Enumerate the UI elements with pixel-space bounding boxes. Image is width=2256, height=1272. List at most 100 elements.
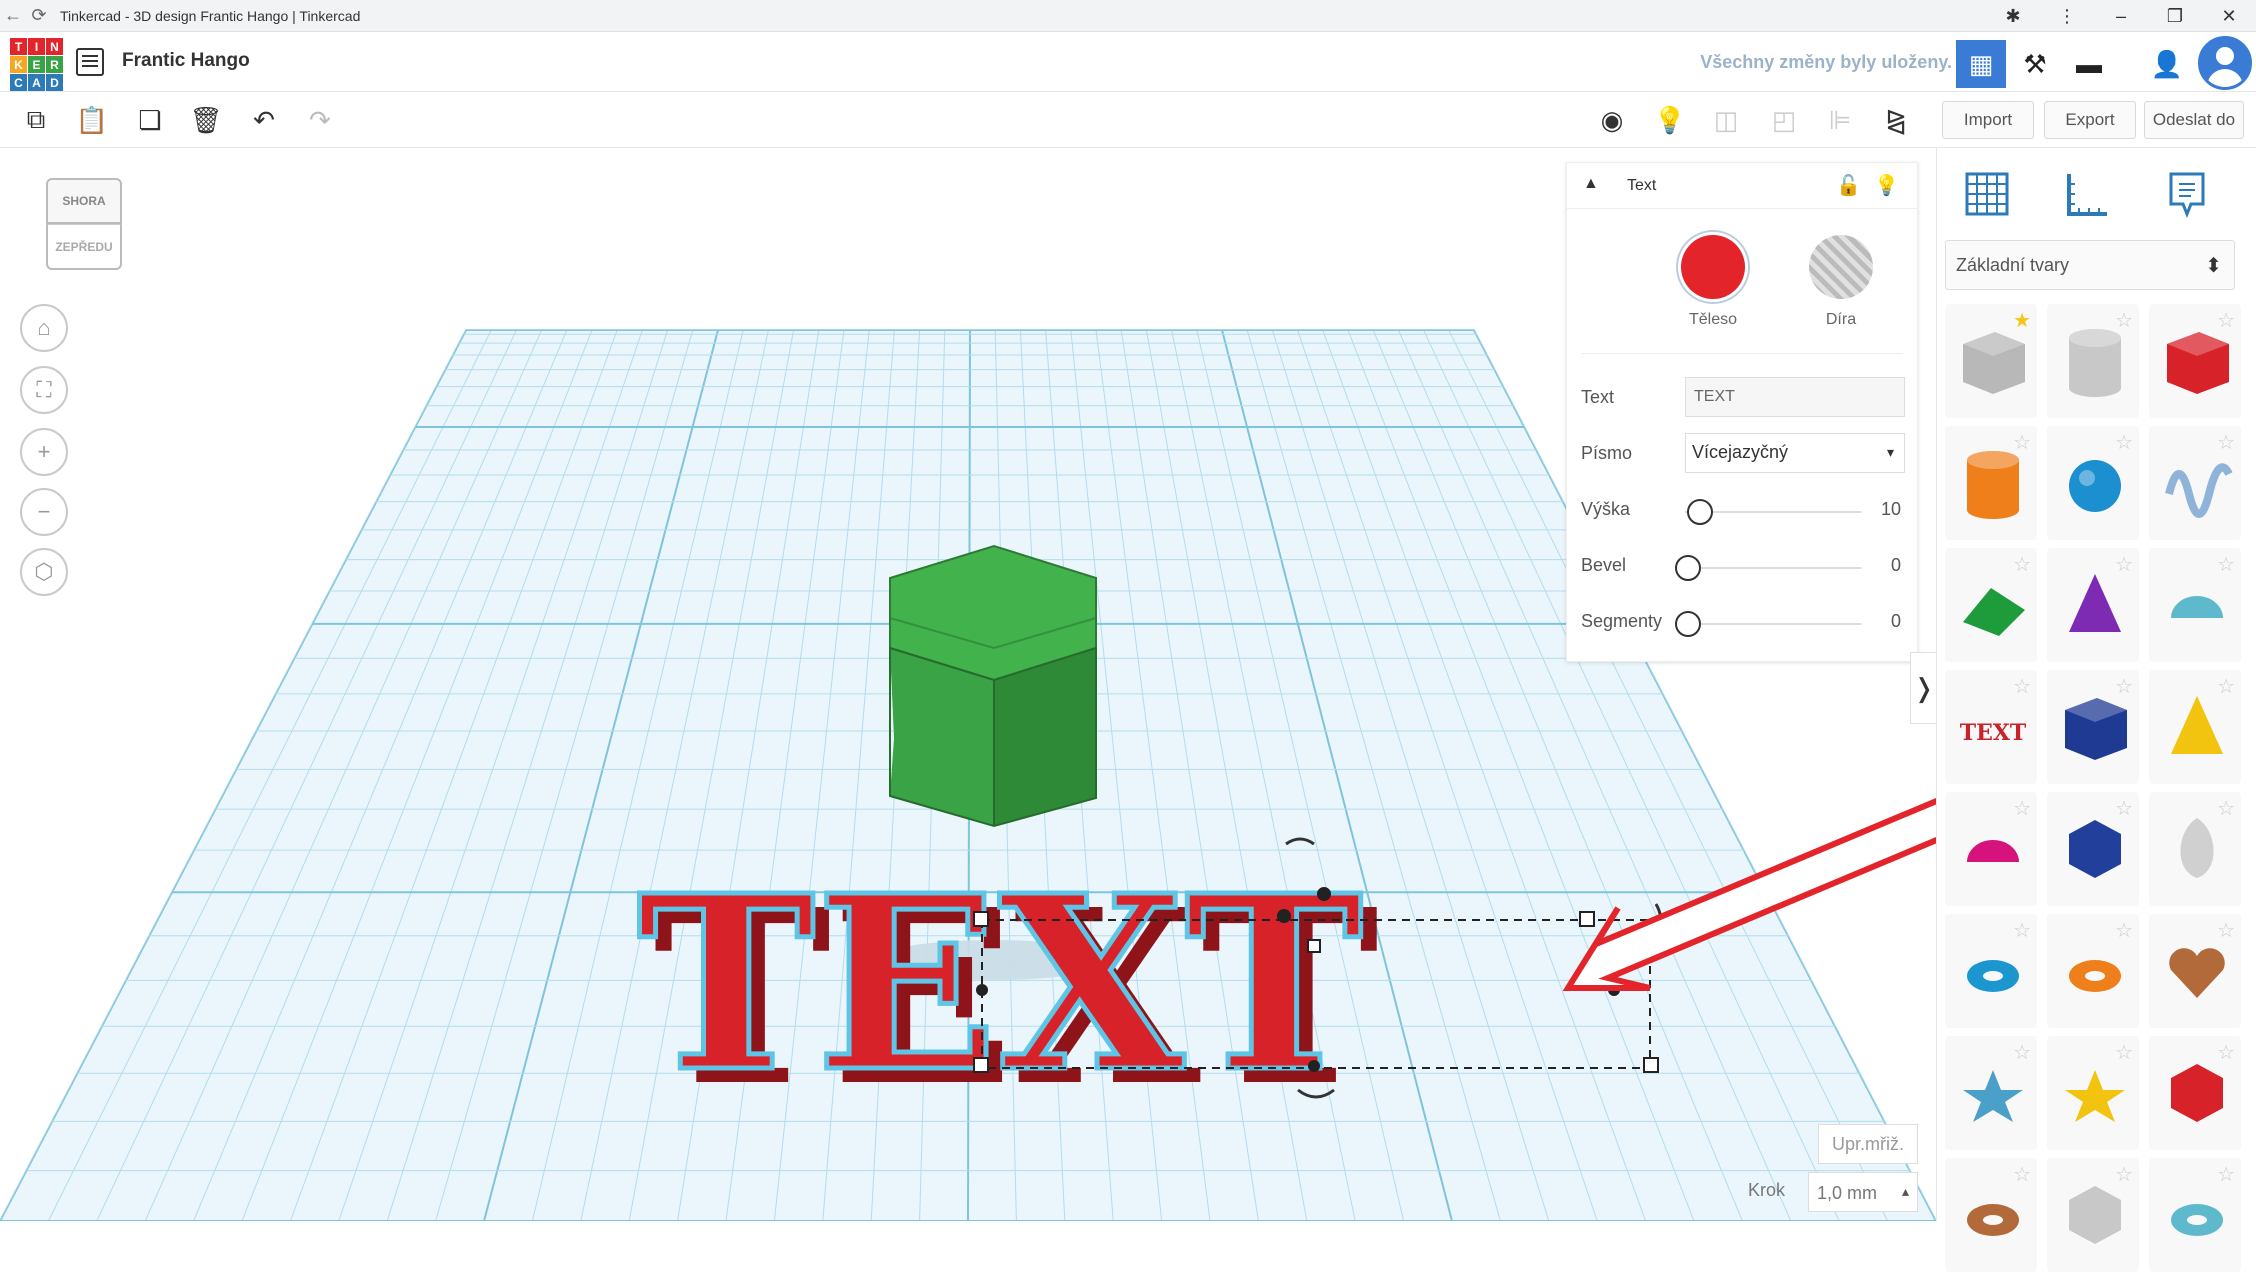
- favorite-star-icon[interactable]: ☆: [2217, 1162, 2235, 1187]
- favorite-star-icon[interactable]: ☆: [2217, 430, 2235, 455]
- shape-tile-cone[interactable]: ☆: [2047, 548, 2139, 662]
- blocks-icon[interactable]: ⚒: [2010, 40, 2060, 88]
- favorite-star-icon[interactable]: ☆: [2013, 918, 2031, 943]
- favorite-star-icon[interactable]: ☆: [2217, 1040, 2235, 1065]
- shape-tile-half-sphere[interactable]: ☆: [1945, 792, 2037, 906]
- shape-tile-heart[interactable]: ☆: [2149, 914, 2241, 1028]
- add-user-icon[interactable]: 👤: [2142, 40, 2192, 88]
- favorite-star-icon[interactable]: ☆: [2013, 796, 2031, 821]
- back-icon[interactable]: ←: [0, 5, 26, 26]
- zoom-in-icon[interactable]: +: [20, 428, 68, 476]
- favorite-star-icon[interactable]: ☆: [2115, 918, 2133, 943]
- shape-tile-cylinder[interactable]: ☆: [1945, 426, 2037, 540]
- favorite-star-icon[interactable]: ☆: [2115, 674, 2133, 699]
- align-icon[interactable]: ⊫: [1820, 100, 1860, 140]
- copy-icon[interactable]: ⧉: [16, 100, 56, 140]
- shape-tile-sphere[interactable]: ☆: [2047, 426, 2139, 540]
- home-view-icon[interactable]: ⌂: [20, 304, 68, 352]
- view-cube-front[interactable]: ZEPŘEDU: [46, 224, 122, 270]
- segments-slider-thumb[interactable]: [1675, 611, 1701, 637]
- ruler-icon[interactable]: [2057, 164, 2117, 224]
- visibility-icon[interactable]: ◉: [1592, 100, 1632, 140]
- grid-settings-button[interactable]: Upr.mřiž.: [1818, 1124, 1918, 1164]
- import-button[interactable]: Import: [1942, 101, 2034, 139]
- favorite-star-icon[interactable]: ☆: [2115, 1162, 2133, 1187]
- zoom-out-icon[interactable]: −: [20, 488, 68, 536]
- view-cube[interactable]: SHORA ZEPŘEDU: [46, 178, 122, 270]
- workplane-grid-icon[interactable]: [1957, 164, 2017, 224]
- design-list-icon[interactable]: [76, 48, 104, 76]
- panel-collapse-chevron-icon[interactable]: ❭: [1910, 652, 1938, 724]
- favorite-star-icon[interactable]: ☆: [2217, 308, 2235, 333]
- shape-tile-cylinder-striped[interactable]: ☆: [2047, 304, 2139, 418]
- redo-icon[interactable]: ↷: [300, 100, 340, 140]
- favorite-star-icon[interactable]: ☆: [2115, 796, 2133, 821]
- avatar[interactable]: [2198, 36, 2252, 90]
- notes-icon[interactable]: [2157, 164, 2217, 224]
- shape-tile-box[interactable]: ☆: [2149, 304, 2241, 418]
- tinkercad-logo[interactable]: T I N K E R C A D: [10, 38, 63, 91]
- font-select[interactable]: Vícejazyčný: [1685, 433, 1905, 473]
- shape-tile-round-roof[interactable]: ☆: [2149, 548, 2241, 662]
- favorite-star-icon[interactable]: ☆: [2013, 552, 2031, 577]
- favorite-star-icon[interactable]: ☆: [2115, 308, 2133, 333]
- project-name[interactable]: Frantic Hango: [122, 50, 250, 72]
- shape-tile-star-gold[interactable]: ☆: [2047, 1036, 2139, 1150]
- group-icon[interactable]: ◫: [1706, 100, 1746, 140]
- shape-tile-pyramid[interactable]: ☆: [2149, 670, 2241, 784]
- shape-tile-polygon[interactable]: ☆: [2047, 792, 2139, 906]
- shape-tile-paraboloid[interactable]: ☆: [2149, 792, 2241, 906]
- shape-library-select[interactable]: Základní tvary: [1945, 240, 2235, 290]
- shape-tile-tube[interactable]: ☆: [2047, 914, 2139, 1028]
- duplicate-icon[interactable]: ❏: [130, 100, 170, 140]
- segments-slider-track[interactable]: [1685, 623, 1861, 625]
- text-input[interactable]: TEXT: [1685, 377, 1905, 417]
- shape-tile-scribble[interactable]: ☆: [2149, 426, 2241, 540]
- perspective-icon[interactable]: ⬡: [20, 548, 68, 596]
- favorite-star-icon[interactable]: ★: [2013, 308, 2031, 333]
- shape-tile-ring[interactable]: ☆: [1945, 1158, 2037, 1272]
- grid-view-icon[interactable]: ▦: [1956, 40, 2006, 88]
- favorite-star-icon[interactable]: ☆: [2217, 918, 2235, 943]
- favorite-star-icon[interactable]: ☆: [2115, 430, 2133, 455]
- favorite-star-icon[interactable]: ☆: [2115, 1040, 2133, 1065]
- undo-icon[interactable]: ↶: [244, 100, 284, 140]
- hole-swatch[interactable]: [1809, 235, 1873, 299]
- height-slider-thumb[interactable]: [1687, 499, 1713, 525]
- shape-tile-icosahedron[interactable]: ☆: [2149, 1036, 2241, 1150]
- shape-tile-text[interactable]: TEXT ☆: [1945, 670, 2037, 784]
- favorite-star-icon[interactable]: ☆: [2013, 1162, 2031, 1187]
- shape-tile-wedge[interactable]: ☆: [2047, 670, 2139, 784]
- extensions-icon[interactable]: ✱: [1986, 6, 2040, 27]
- shape-tile-ellipsoid[interactable]: ☆: [2149, 1158, 2241, 1272]
- shape-tile-polyhedron[interactable]: ☆: [2047, 1158, 2139, 1272]
- favorite-star-icon[interactable]: ☆: [2115, 552, 2133, 577]
- send-to-button[interactable]: Odeslat do: [2144, 101, 2244, 139]
- export-button[interactable]: Export: [2044, 101, 2136, 139]
- delete-icon[interactable]: 🗑: [186, 100, 226, 140]
- browser-menu-icon[interactable]: ⋮: [2040, 6, 2094, 27]
- fit-view-icon[interactable]: ⛶: [20, 366, 68, 414]
- favorite-star-icon[interactable]: ☆: [2013, 1040, 2031, 1065]
- minimize-icon[interactable]: –: [2094, 6, 2148, 27]
- ungroup-icon[interactable]: ◰: [1764, 100, 1804, 140]
- favorite-star-icon[interactable]: ☆: [2013, 674, 2031, 699]
- solid-color-swatch[interactable]: [1681, 235, 1745, 299]
- light-bulb-icon[interactable]: 💡: [1874, 173, 1899, 198]
- shape-tile-torus[interactable]: ☆: [1945, 914, 2037, 1028]
- favorite-star-icon[interactable]: ☆: [2217, 674, 2235, 699]
- favorite-star-icon[interactable]: ☆: [2013, 430, 2031, 455]
- light-bulb-icon[interactable]: 💡: [1650, 100, 1690, 140]
- reload-icon[interactable]: ⟳: [26, 5, 52, 26]
- lock-icon[interactable]: 🔓: [1836, 173, 1861, 198]
- shape-tile-box-striped[interactable]: ★: [1945, 304, 2037, 418]
- shape-tile-roof[interactable]: ☆: [1945, 548, 2037, 662]
- favorite-star-icon[interactable]: ☆: [2217, 796, 2235, 821]
- restore-icon[interactable]: ❐: [2148, 6, 2202, 27]
- view-cube-top[interactable]: SHORA: [46, 178, 122, 224]
- close-icon[interactable]: ✕: [2202, 6, 2256, 27]
- paste-icon[interactable]: 📋: [72, 100, 112, 140]
- bevel-slider-thumb[interactable]: [1675, 555, 1701, 581]
- collapse-caret-icon[interactable]: ▲: [1583, 175, 1599, 193]
- mirror-icon[interactable]: ⧎: [1876, 100, 1916, 140]
